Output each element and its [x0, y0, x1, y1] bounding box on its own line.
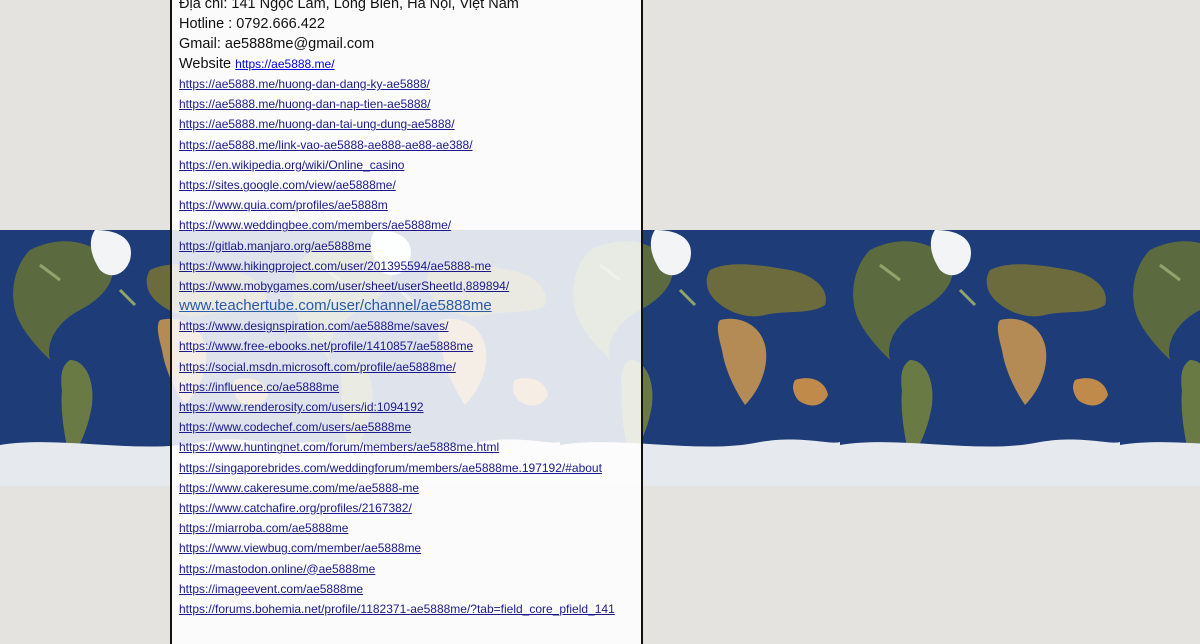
external-link[interactable]: https://influence.co/ae5888me	[179, 380, 339, 394]
link-item: www.teachertube.com/user/channel/ae5888m…	[179, 296, 641, 316]
hotline-text: Hotline : 0792.666.422	[179, 16, 325, 32]
link-item: https://sites.google.com/view/ae5888me/	[179, 175, 641, 195]
backlink-list: https://ae5888.me/huong-dan-dang-ky-ae58…	[179, 74, 641, 619]
content-panel: Địa chỉ: 141 Ngọc Lâm, Long Biên, Hà Nội…	[170, 0, 643, 644]
link-item: https://www.free-ebooks.net/profile/1410…	[179, 336, 641, 356]
gmail-text: Gmail: ae5888me@gmail.com	[179, 36, 375, 52]
link-item: https://www.hikingproject.com/user/20139…	[179, 256, 641, 276]
link-item: https://imageevent.com/ae5888me	[179, 579, 641, 599]
link-item: https://gitlab.manjaro.org/ae5888me	[179, 236, 641, 256]
external-link[interactable]: https://www.free-ebooks.net/profile/1410…	[179, 339, 473, 353]
external-link[interactable]: www.teachertube.com/user/channel/ae5888m…	[179, 297, 492, 314]
link-item: https://www.codechef.com/users/ae5888me	[179, 417, 641, 437]
external-link[interactable]: https://ae5888.me/huong-dan-dang-ky-ae58…	[179, 77, 430, 91]
external-link[interactable]: https://www.catchafire.org/profiles/2167…	[179, 501, 412, 515]
link-item: https://en.wikipedia.org/wiki/Online_cas…	[179, 155, 641, 175]
link-item: https://miarroba.com/ae5888me	[179, 518, 641, 538]
external-link[interactable]: https://gitlab.manjaro.org/ae5888me	[179, 239, 371, 253]
link-item: https://influence.co/ae5888me	[179, 377, 641, 397]
external-link[interactable]: https://www.mobygames.com/user/sheet/use…	[179, 279, 509, 293]
link-item: https://www.designspiration.com/ae5888me…	[179, 316, 641, 336]
link-item: https://singaporebrides.com/weddingforum…	[179, 458, 641, 478]
external-link[interactable]: https://www.huntingnet.com/forum/members…	[179, 440, 499, 454]
link-item: https://www.renderosity.com/users/id:109…	[179, 397, 641, 417]
website-label: Website	[179, 56, 232, 72]
external-link[interactable]: https://www.designspiration.com/ae5888me…	[179, 319, 448, 333]
external-link[interactable]: https://www.quia.com/profiles/ae5888m	[179, 198, 388, 212]
link-item: https://www.quia.com/profiles/ae5888m	[179, 195, 641, 215]
link-item: https://www.weddingbee.com/members/ae588…	[179, 215, 641, 235]
link-item: https://mastodon.online/@ae5888me	[179, 559, 641, 579]
link-item: https://forums.bohemia.net/profile/11823…	[179, 599, 641, 619]
external-link[interactable]: https://www.weddingbee.com/members/ae588…	[179, 218, 451, 232]
link-item: https://ae5888.me/link-vao-ae5888-ae888-…	[179, 135, 641, 155]
external-link[interactable]: https://sites.google.com/view/ae5888me/	[179, 178, 396, 192]
link-item: https://www.mobygames.com/user/sheet/use…	[179, 276, 641, 296]
external-link[interactable]: https://ae5888.me/huong-dan-tai-ung-dung…	[179, 117, 455, 131]
link-item: https://www.viewbug.com/member/ae5888me	[179, 538, 641, 558]
external-link[interactable]: https://ae5888.me/huong-dan-nap-tien-ae5…	[179, 97, 431, 111]
link-item: https://social.msdn.microsoft.com/profil…	[179, 357, 641, 377]
link-item: https://www.catchafire.org/profiles/2167…	[179, 498, 641, 518]
link-item: https://ae5888.me/huong-dan-tai-ung-dung…	[179, 114, 641, 134]
external-link[interactable]: https://www.viewbug.com/member/ae5888me	[179, 541, 421, 555]
external-link[interactable]: https://singaporebrides.com/weddingforum…	[179, 461, 602, 475]
external-link[interactable]: https://ae5888.me/link-vao-ae5888-ae888-…	[179, 138, 473, 152]
external-link[interactable]: https://www.codechef.com/users/ae5888me	[179, 420, 411, 434]
link-item: https://www.huntingnet.com/forum/members…	[179, 437, 641, 457]
external-link[interactable]: https://www.renderosity.com/users/id:109…	[179, 400, 424, 414]
external-link[interactable]: https://en.wikipedia.org/wiki/Online_cas…	[179, 158, 404, 172]
website-line: Website https://ae5888.me/	[179, 54, 641, 74]
external-link[interactable]: https://www.hikingproject.com/user/20139…	[179, 259, 491, 273]
link-item: https://www.cakeresume.com/me/ae5888-me	[179, 478, 641, 498]
link-item: https://ae5888.me/huong-dan-dang-ky-ae58…	[179, 74, 641, 94]
external-link[interactable]: https://www.cakeresume.com/me/ae5888-me	[179, 481, 419, 495]
external-link[interactable]: https://mastodon.online/@ae5888me	[179, 562, 375, 576]
external-link[interactable]: https://forums.bohemia.net/profile/11823…	[179, 602, 615, 616]
external-link[interactable]: https://miarroba.com/ae5888me	[179, 521, 348, 535]
external-link[interactable]: https://imageevent.com/ae5888me	[179, 582, 363, 596]
website-link[interactable]: https://ae5888.me/	[235, 57, 334, 71]
link-item: https://ae5888.me/huong-dan-nap-tien-ae5…	[179, 94, 641, 114]
external-link[interactable]: https://social.msdn.microsoft.com/profil…	[179, 360, 456, 374]
address-text: Địa chỉ: 141 Ngọc Lâm, Long Biên, Hà Nội…	[179, 0, 519, 12]
